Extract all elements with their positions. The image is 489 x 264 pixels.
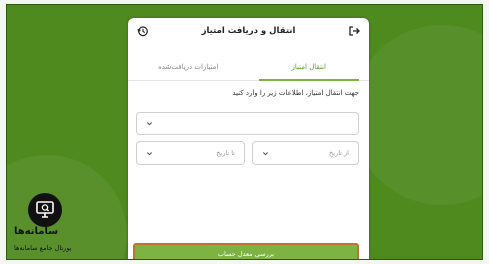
chevron-down-icon <box>262 151 269 155</box>
background-frame: انتقال و دریافت امتیاز انتقال امتیاز امت… <box>6 4 483 260</box>
logo-tagline: پورتال جامع سامانه‌ها <box>14 244 72 252</box>
chevron-down-icon <box>146 151 153 155</box>
logo-name: سامانه‌ها <box>14 226 59 237</box>
to-date-placeholder: تا تاریخ <box>216 149 235 157</box>
exit-icon[interactable] <box>348 25 360 37</box>
card-header: انتقال و دریافت امتیاز <box>128 18 369 44</box>
points-transfer-card: انتقال و دریافت امتیاز انتقال امتیاز امت… <box>128 18 369 259</box>
check-balance-button[interactable]: بررسی معدل حساب <box>133 243 359 259</box>
history-icon[interactable] <box>137 25 149 37</box>
account-select[interactable] <box>136 112 359 135</box>
tab-transfer-points[interactable]: انتقال امتیاز <box>249 58 370 81</box>
tab-received-points[interactable]: امتیازات دریافت‌شده <box>128 58 249 80</box>
to-date-select[interactable]: تا تاریخ <box>136 141 245 165</box>
from-date-placeholder: از تاریخ <box>329 149 349 157</box>
from-date-select[interactable]: از تاریخ <box>252 141 359 165</box>
instruction-text: جهت انتقال امتیاز، اطلاعات زیر را وارد ک… <box>232 89 359 97</box>
site-logo <box>28 193 62 227</box>
monitor-search-icon <box>36 201 54 218</box>
card-title: انتقال و دریافت امتیاز <box>201 26 296 36</box>
chevron-down-icon <box>146 122 153 126</box>
tab-bar: انتقال امتیاز امتیازات دریافت‌شده <box>128 58 369 81</box>
